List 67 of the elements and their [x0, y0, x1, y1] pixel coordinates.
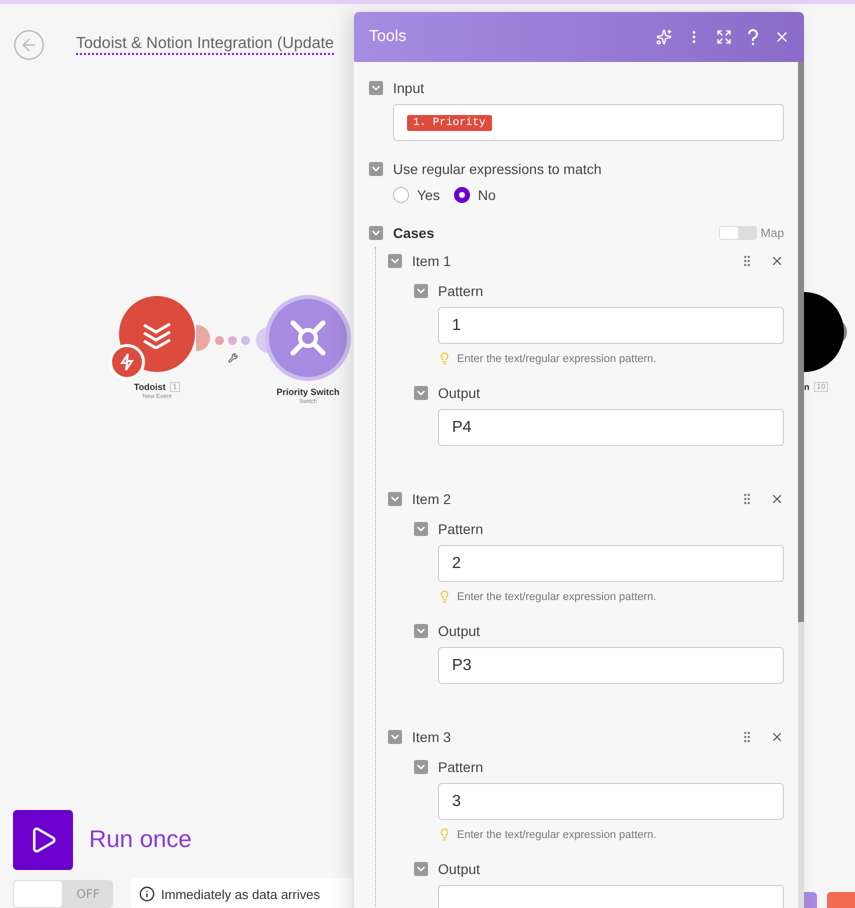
item-title: Item 1 — [412, 253, 452, 269]
field-label: Cases — [393, 225, 436, 241]
field-label: Output — [438, 623, 480, 639]
help-icon[interactable] — [746, 29, 760, 45]
output-field[interactable]: P4 — [438, 409, 784, 446]
connector-dot — [228, 336, 237, 345]
switch-node[interactable] — [269, 299, 347, 377]
lightbulb-icon — [438, 352, 451, 365]
schedule-text: Immediately as data arrives — [161, 886, 320, 902]
collapse-checkbox[interactable] — [388, 730, 402, 744]
node-name: n — [804, 382, 810, 392]
input-field[interactable]: 1. Priority — [393, 104, 784, 141]
connector-dot — [241, 336, 250, 345]
schedule-info[interactable]: Immediately as data arrives — [131, 878, 353, 908]
collapse-checkbox[interactable] — [369, 81, 383, 95]
collapse-checkbox[interactable] — [414, 624, 428, 638]
trigger-badge[interactable] — [109, 344, 145, 380]
pattern-field[interactable]: 1 — [438, 307, 784, 344]
item-title: Item 3 — [412, 729, 452, 745]
lightbulb-icon — [438, 590, 451, 603]
mapped-token[interactable]: 1. Priority — [407, 114, 492, 130]
item-title: Item 2 — [412, 491, 452, 507]
hint-text: Enter the text/regular expression pattern. — [457, 352, 656, 364]
lightbulb-icon — [438, 828, 451, 841]
field-label: Pattern — [438, 521, 484, 537]
panel-title: Tools — [369, 28, 408, 46]
connector-dot — [215, 336, 224, 345]
collapse-checkbox[interactable] — [388, 492, 402, 506]
remove-icon[interactable] — [770, 730, 784, 744]
run-label: Run once — [89, 826, 192, 854]
collapse-checkbox[interactable] — [414, 386, 428, 400]
field-label: Use regular expressions to match — [393, 161, 602, 177]
field-label: Pattern — [438, 759, 484, 775]
remove-icon[interactable] — [770, 254, 784, 268]
back-icon[interactable] — [12, 28, 46, 62]
node-name: Priority Switch — [276, 387, 340, 397]
hint-text: Enter the text/regular expression pattern. — [457, 828, 656, 840]
scenario-title[interactable]: Todoist & Notion Integration (Update — [76, 35, 334, 55]
remove-icon[interactable] — [770, 492, 784, 506]
output-field[interactable]: P3 — [438, 647, 784, 684]
expand-icon[interactable] — [716, 29, 732, 45]
radio-option[interactable]: Yes — [393, 187, 440, 203]
collapse-checkbox[interactable] — [388, 254, 402, 268]
scrollbar[interactable] — [798, 62, 804, 908]
lightning-icon — [119, 353, 135, 371]
collapse-checkbox[interactable] — [414, 284, 428, 298]
sparkles-icon[interactable] — [656, 29, 672, 45]
map-toggle[interactable] — [718, 226, 757, 240]
field-label: Output — [438, 861, 480, 877]
pattern-field[interactable]: 2 — [438, 545, 784, 582]
wrench-icon[interactable] — [228, 353, 238, 363]
collapse-checkbox[interactable] — [414, 862, 428, 876]
run-button[interactable] — [13, 810, 73, 870]
map-label: Map — [760, 226, 784, 240]
field-label: Output — [438, 385, 480, 401]
field-label: Input — [393, 80, 424, 96]
radio-option[interactable]: No — [454, 187, 496, 203]
pattern-field[interactable]: 3 — [438, 783, 784, 820]
collapse-checkbox[interactable] — [414, 760, 428, 774]
info-icon — [139, 886, 155, 902]
collapse-checkbox[interactable] — [414, 522, 428, 536]
hint-text: Enter the text/regular expression pattern. — [457, 590, 656, 602]
field-label: Pattern — [438, 283, 484, 299]
collapse-checkbox[interactable] — [369, 162, 383, 176]
collapse-checkbox[interactable] — [369, 226, 383, 240]
connector-handle — [196, 325, 210, 351]
node-name: Todoist — [134, 382, 166, 392]
